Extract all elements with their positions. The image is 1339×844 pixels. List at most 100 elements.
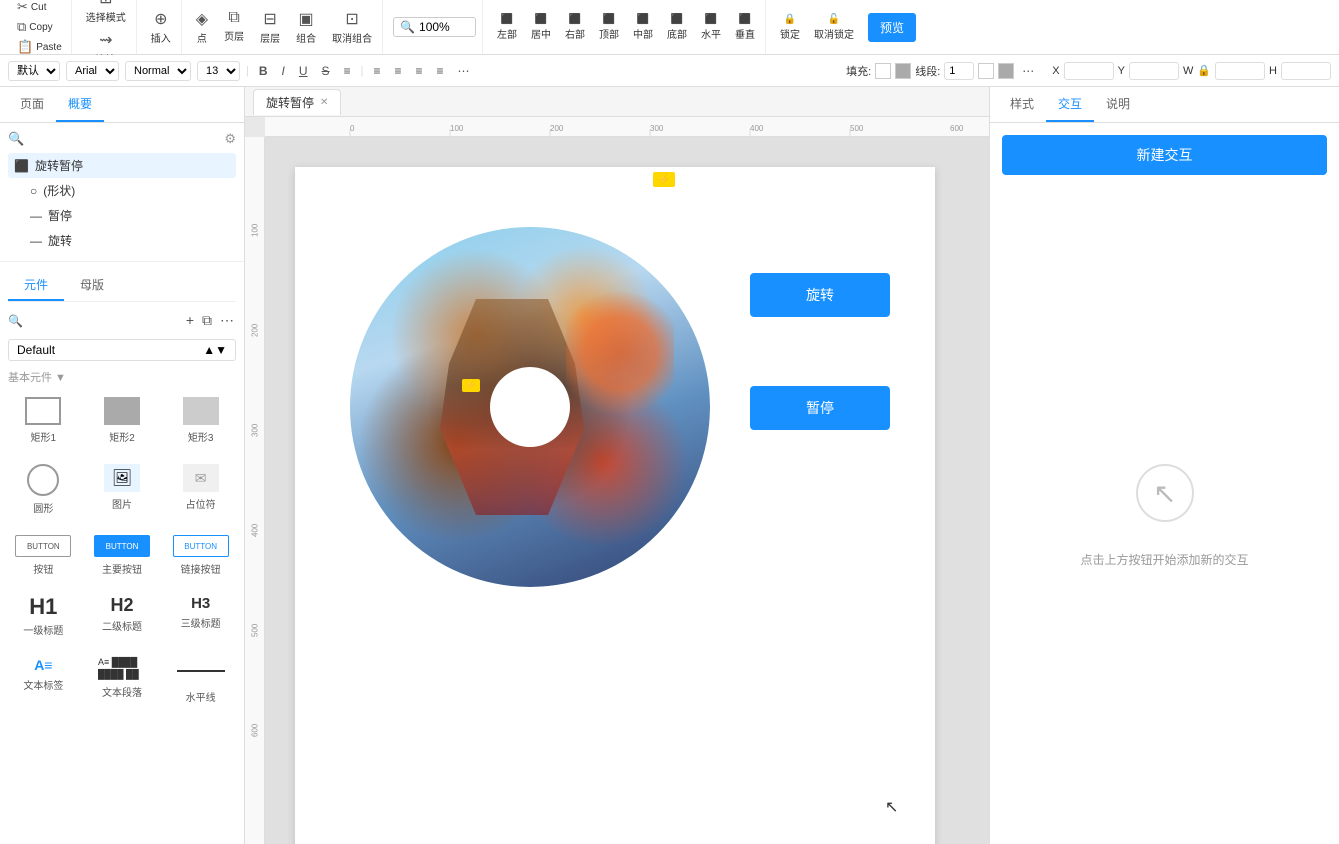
font-family-select[interactable]: Arial (66, 61, 119, 81)
element-button[interactable]: BUTTON 按钮 (8, 529, 79, 582)
align-middle-label: 中部 (633, 26, 653, 41)
font-size-select[interactable]: 13 (197, 61, 240, 81)
cut-button[interactable]: ✂ Cut (14, 0, 65, 16)
distribute-h-label: 水平 (701, 26, 721, 41)
strikethrough-button[interactable]: S (318, 62, 334, 80)
layer-button[interactable]: ⊟ 层层 (256, 7, 284, 47)
layer-shape[interactable]: ○ (形状) (24, 178, 236, 203)
w-label: W (1183, 65, 1193, 77)
element-h1[interactable]: H1 一级标题 (8, 590, 79, 643)
align-left-text-button[interactable]: ≡ (369, 62, 384, 80)
bold-button[interactable]: B (255, 62, 272, 80)
align-left-label: 左部 (497, 26, 517, 41)
elements-dropdown[interactable]: Default ▲▼ (8, 339, 236, 361)
align-bottom-button[interactable]: ⬛ 底部 (663, 12, 691, 43)
page-icon: ⧉ (228, 9, 239, 27)
cd-flowers (566, 281, 674, 425)
copy-button[interactable]: ⧉ Copy (14, 18, 65, 36)
pause-button[interactable]: 暂停 (750, 386, 890, 430)
element-text-label[interactable]: A≡ 文本标签 (8, 651, 79, 710)
align-top-button[interactable]: ⬛ 顶部 (595, 12, 623, 43)
add-element-button[interactable]: + (184, 310, 196, 331)
list-button[interactable]: ≡ (340, 62, 355, 80)
fill-swatch-gray[interactable] (895, 63, 911, 79)
align-center-text-button[interactable]: ≡ (390, 62, 405, 80)
rect1-shape (25, 397, 61, 425)
y-input[interactable] (1129, 62, 1179, 80)
stroke-more-button[interactable]: ⋯ (1018, 62, 1038, 80)
note-tab[interactable]: 说明 (1094, 87, 1142, 122)
canvas-tab-bar: 旋转暂停 ✕ (245, 87, 989, 117)
insert-button[interactable]: ⊕ 插入 (147, 7, 175, 47)
layers-search-icon[interactable]: 🔍 (8, 131, 24, 147)
zoom-box[interactable]: 🔍 (393, 17, 476, 37)
element-link-button[interactable]: BUTTON 链接按钮 (165, 529, 236, 582)
element-rect1[interactable]: 矩形1 (8, 391, 79, 450)
zoom-input[interactable] (419, 20, 469, 34)
canvas-content[interactable]: ⚡ 旋转 ⚡ 暂停 (265, 137, 989, 844)
distribute-v-button[interactable]: ⬛ 垂直 (731, 12, 759, 43)
layers-panel: 🔍 ⚙ ⬛ 旋转暂停 ○ (形状) — 暂停 — 旋转 (0, 123, 244, 262)
element-placeholder[interactable]: ✉ 占位符 (165, 458, 236, 521)
element-paragraph[interactable]: A≡ ████████ ██ 文本段落 (87, 651, 158, 710)
canvas-tab-rotate[interactable]: 旋转暂停 ✕ (253, 89, 341, 115)
new-interaction-button[interactable]: 新建交互 (1002, 135, 1327, 175)
layer-pause[interactable]: — 暂停 (24, 203, 236, 228)
stroke-input[interactable] (944, 62, 974, 80)
elements-search[interactable]: 🔍 (8, 314, 23, 328)
element-rect2[interactable]: 矩形2 (87, 391, 158, 450)
w-input[interactable] (1215, 62, 1265, 80)
fill-swatch-white[interactable] (875, 63, 891, 79)
rotate-button[interactable]: 旋转 (750, 273, 890, 317)
point-button[interactable]: ◈ 点 (192, 7, 212, 47)
h-input[interactable] (1281, 62, 1331, 80)
svg-text:100: 100 (450, 124, 464, 133)
select-mode-button[interactable]: ⊞ 选择模式 (82, 0, 130, 26)
image-shape: 🖼 (104, 464, 140, 492)
preview-button[interactable]: 预览 (868, 13, 916, 42)
element-h2[interactable]: H2 二级标题 (87, 590, 158, 643)
canvas-tab-close[interactable]: ✕ (320, 97, 328, 108)
element-main-button[interactable]: BUTTON 主要按钮 (87, 529, 158, 582)
align-center-button[interactable]: ⬛ 居中 (527, 12, 555, 43)
group-button[interactable]: ▣ 组合 (292, 7, 320, 47)
style-tab[interactable]: 样式 (998, 87, 1046, 122)
interaction-tab[interactable]: 交互 (1046, 87, 1094, 122)
underline-button[interactable]: U (295, 62, 312, 80)
element-rect3[interactable]: 矩形3 (165, 391, 236, 450)
distribute-h-button[interactable]: ⬛ 水平 (697, 12, 725, 43)
outline-tab[interactable]: 概要 (56, 87, 104, 122)
align-middle-button[interactable]: ⬛ 中部 (629, 12, 657, 43)
justify-text-button[interactable]: ≡ (432, 62, 447, 80)
pages-tab[interactable]: 页面 (8, 87, 56, 122)
italic-button[interactable]: I (278, 62, 289, 80)
element-circle[interactable]: 圆形 (8, 458, 79, 521)
element-h3[interactable]: H3 三级标题 (165, 590, 236, 643)
lock-button[interactable]: 🔒 锁定 (776, 12, 804, 43)
text-more-button[interactable]: ⋯ (454, 62, 474, 80)
elements-tab[interactable]: 元件 (8, 270, 64, 301)
stroke-swatch-gray[interactable] (998, 63, 1014, 79)
stroke-swatch[interactable] (978, 63, 994, 79)
layers-filter-icon[interactable]: ⚙ (224, 131, 236, 147)
master-tab[interactable]: 母版 (64, 270, 120, 301)
cd-disc[interactable] (350, 227, 710, 587)
default-font-select[interactable]: 默认 (8, 61, 60, 81)
layer-rotate[interactable]: — 旋转 (24, 228, 236, 253)
element-image[interactable]: 🖼 图片 (87, 458, 158, 521)
align-right-button[interactable]: ⬛ 右部 (561, 12, 589, 43)
lock-icon: 🔒 (784, 14, 796, 25)
h-label: H (1269, 65, 1277, 77)
more-element-button[interactable]: ⋯ (218, 310, 236, 331)
page-layer-button[interactable]: ⧉ 页层 (220, 7, 248, 47)
align-right-text-button[interactable]: ≡ (411, 62, 426, 80)
copy-element-button[interactable]: ⧉ (200, 310, 214, 331)
unlock-button[interactable]: 🔓 取消锁定 (810, 12, 858, 43)
element-hr[interactable]: 水平线 (165, 651, 236, 710)
font-style-select[interactable]: Normal (125, 61, 191, 81)
x-input[interactable] (1064, 62, 1114, 80)
align-left-button[interactable]: ⬛ 左部 (493, 12, 521, 43)
ungroup-button[interactable]: ⊡ 取消组合 (328, 7, 376, 47)
layer-root[interactable]: ⬛ 旋转暂停 (8, 153, 236, 178)
paste-button[interactable]: 📋 Paste (14, 38, 65, 56)
